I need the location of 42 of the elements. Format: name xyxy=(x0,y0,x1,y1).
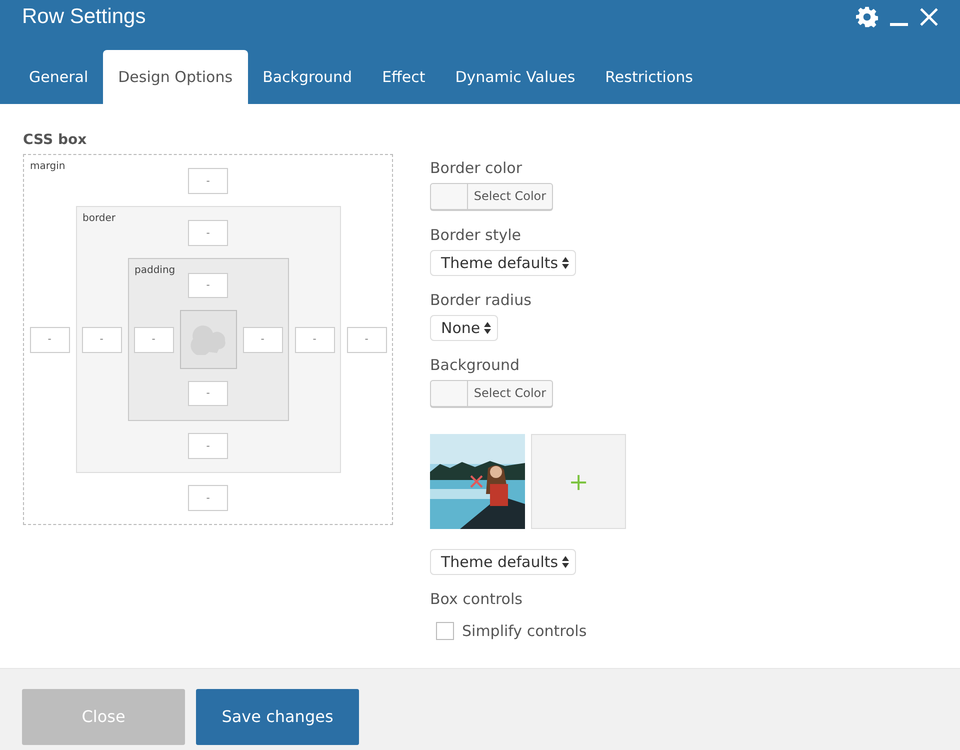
updown-arrows-icon xyxy=(562,556,570,568)
spacing-field[interactable]: - xyxy=(242,326,282,352)
spacing-field[interactable]: - xyxy=(188,220,228,246)
box-label: padding xyxy=(134,265,176,276)
settings-icon[interactable] xyxy=(856,6,878,28)
select-dropdown[interactable]: Theme defaults xyxy=(430,250,576,276)
option-label: Border radius xyxy=(430,291,532,309)
spacing-field[interactable]: - xyxy=(134,326,174,352)
box-label: border xyxy=(82,213,116,224)
spacing-field[interactable]: - xyxy=(188,485,228,511)
select-color-button[interactable]: Select Color xyxy=(430,183,553,210)
tab[interactable]: Background xyxy=(248,50,368,104)
select-color-button[interactable]: Select Color xyxy=(430,380,553,407)
spacing-field[interactable]: - xyxy=(294,326,334,352)
tab[interactable]: Restrictions xyxy=(590,50,708,104)
tab[interactable]: Effect xyxy=(367,50,440,104)
spacing-field[interactable]: - xyxy=(188,168,228,194)
select-dropdown[interactable]: Theme defaults xyxy=(430,549,576,575)
remove-icon[interactable] xyxy=(470,475,483,488)
select-dropdown[interactable]: None xyxy=(430,315,498,341)
spacing-field[interactable]: - xyxy=(188,433,228,459)
spacing-field[interactable]: - xyxy=(30,326,70,352)
tab[interactable]: Design Options xyxy=(103,50,248,104)
checkbox[interactable] xyxy=(436,622,454,640)
spacing-field[interactable]: - xyxy=(188,273,228,298)
box-label: margin xyxy=(30,161,66,172)
section-title: CSS box xyxy=(23,132,88,148)
option-label: Border style xyxy=(430,226,522,244)
save-button[interactable]: Save changes xyxy=(196,688,359,744)
checkbox-label: Simplify controls xyxy=(462,622,587,640)
spacing-field[interactable]: - xyxy=(188,381,228,406)
spacing-field[interactable]: - xyxy=(346,326,386,352)
spacing-field[interactable]: - xyxy=(82,326,122,352)
option-label: Box controls xyxy=(430,590,524,608)
option-label: Background xyxy=(430,356,520,374)
close-icon[interactable] xyxy=(920,8,938,26)
updown-arrows-icon xyxy=(484,322,492,334)
tab[interactable]: Dynamic Values xyxy=(440,50,590,104)
updown-arrows-icon xyxy=(562,257,570,269)
option-label: Border color xyxy=(430,159,523,177)
window-title: Row Settings xyxy=(22,5,147,29)
tab[interactable]: General xyxy=(14,50,104,104)
